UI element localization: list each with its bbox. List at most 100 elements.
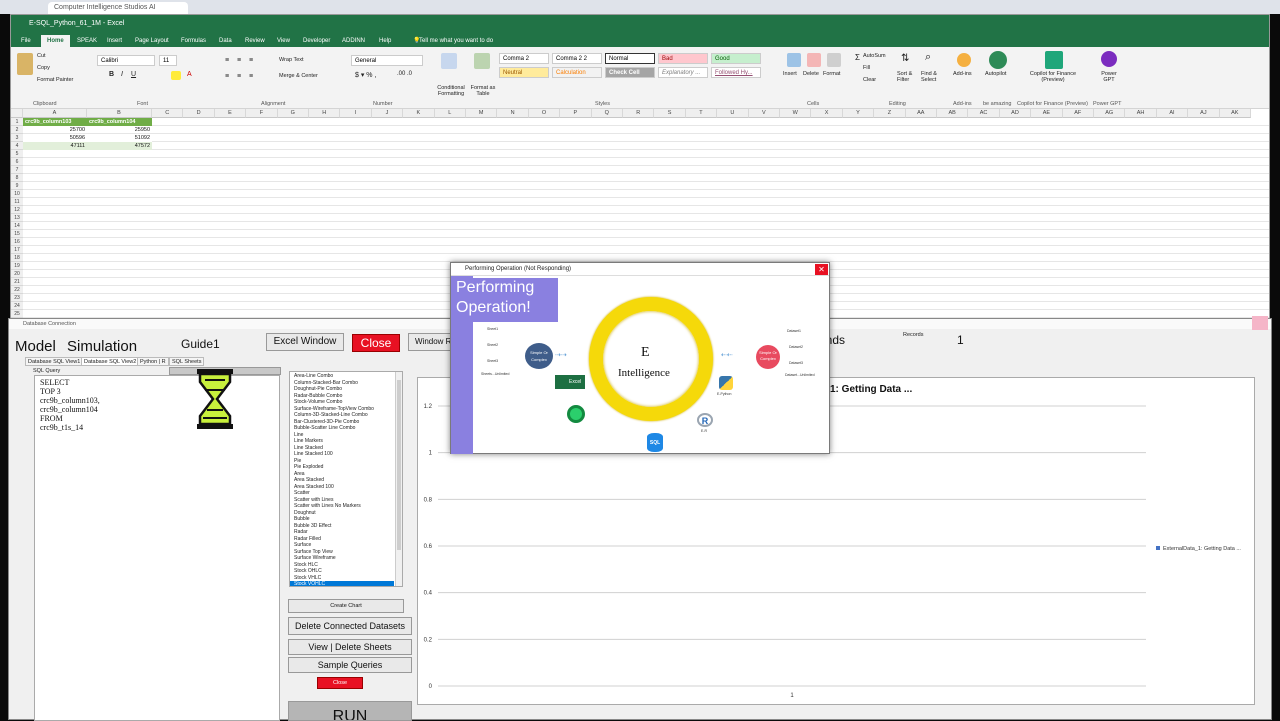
chart-type-item[interactable]: Radar Filled: [294, 536, 321, 542]
chart-type-item[interactable]: Surface: [294, 542, 311, 548]
column-header[interactable]: S: [654, 109, 686, 118]
format-as-table-button[interactable]: Format as Table: [469, 85, 497, 97]
row-header[interactable]: 9: [11, 182, 23, 190]
column-header[interactable]: G: [277, 109, 309, 118]
row-header[interactable]: 13: [11, 214, 23, 222]
chart-type-item[interactable]: Bubble-Scatter Line Combo: [294, 425, 355, 431]
table-cell[interactable]: 25700: [23, 126, 87, 134]
column-header[interactable]: L: [434, 109, 466, 118]
style-good[interactable]: Good: [711, 53, 761, 64]
row-header[interactable]: 18: [11, 254, 23, 262]
number-format-select[interactable]: General: [351, 55, 423, 66]
row-header[interactable]: 21: [11, 278, 23, 286]
chart-type-item[interactable]: Stock OHLC: [294, 568, 322, 574]
font-color-icon[interactable]: A: [187, 71, 192, 78]
sql-query-editor[interactable]: SELECT TOP 3 crc9b_column103, crc9b_colu…: [34, 369, 280, 721]
delete-connected-datasets-button[interactable]: Delete Connected Datasets: [288, 617, 412, 635]
chart-type-item[interactable]: Radar-Bubble Combo: [294, 393, 342, 399]
column-header[interactable]: R: [623, 109, 655, 118]
table-cell[interactable]: 25950: [87, 126, 152, 134]
row-header[interactable]: 17: [11, 246, 23, 254]
align-middle-icon[interactable]: ≡: [237, 57, 241, 64]
chart-type-item[interactable]: Scatter: [294, 490, 310, 496]
chart-type-item[interactable]: Bar-Clustered-3D-Pie Combo: [294, 419, 359, 425]
close-small-button[interactable]: Close: [317, 677, 363, 689]
table-cell[interactable]: 47572: [87, 142, 152, 150]
column-header[interactable]: J: [371, 109, 404, 118]
style-bad[interactable]: Bad: [658, 53, 708, 64]
column-header[interactable]: P: [560, 109, 592, 118]
merge-center-button[interactable]: Merge & Center: [279, 73, 318, 79]
chart-type-item[interactable]: Stock-Volume Combo: [294, 399, 342, 405]
row-header[interactable]: 14: [11, 222, 23, 230]
row-header[interactable]: 8: [11, 174, 23, 182]
chart-type-item[interactable]: Line Markers: [294, 438, 323, 444]
column-header[interactable]: A: [23, 109, 87, 118]
table-cell[interactable]: 47111: [23, 142, 87, 150]
column-header[interactable]: AK: [1219, 109, 1251, 118]
bold-icon[interactable]: B: [109, 71, 114, 78]
style-neutral[interactable]: Neutral: [499, 67, 549, 78]
chart-type-item[interactable]: Stock HLC: [294, 562, 318, 568]
select-all-corner[interactable]: [11, 109, 23, 118]
align-left-icon[interactable]: ≡: [225, 73, 229, 80]
chart-type-item[interactable]: Stock VHLC: [294, 575, 321, 581]
chart-type-item[interactable]: Pie Exploded: [294, 464, 323, 470]
column-header[interactable]: Q: [591, 109, 623, 118]
column-header[interactable]: H: [309, 109, 341, 118]
column-header[interactable]: AB: [937, 109, 969, 118]
row-header[interactable]: 16: [11, 238, 23, 246]
column-header[interactable]: M: [466, 109, 498, 118]
power-gpt-button[interactable]: Power GPT: [1097, 71, 1121, 83]
autopilot-button[interactable]: Autopilot: [985, 71, 1006, 77]
run-button[interactable]: RUN: [288, 701, 412, 721]
column-header[interactable]: AH: [1125, 109, 1157, 118]
row-header[interactable]: 10: [11, 190, 23, 198]
tab-speak[interactable]: SPEAK: [71, 35, 103, 47]
add-ins-icon[interactable]: [957, 53, 971, 67]
tab-home[interactable]: Home: [41, 35, 70, 47]
conditional-formatting-icon[interactable]: [441, 53, 457, 69]
tab-formulas[interactable]: Formulas: [175, 35, 212, 47]
copilot-finance-button[interactable]: Copilot for Finance (Preview): [1023, 71, 1083, 83]
column-header[interactable]: AF: [1062, 109, 1094, 118]
format-table-icon[interactable]: [474, 53, 490, 69]
tab-python-r[interactable]: Python | R: [137, 357, 169, 366]
column-header[interactable]: Y: [842, 109, 875, 118]
row-header[interactable]: 23: [11, 294, 23, 302]
style-explanatory[interactable]: Explanatory ...: [658, 67, 708, 78]
column-header[interactable]: T: [685, 109, 718, 118]
chart-type-item[interactable]: Bubble 3D Effect: [294, 523, 331, 529]
power-gpt-icon[interactable]: [1101, 51, 1117, 67]
chart-type-item[interactable]: Stock VOHLC: [290, 581, 394, 586]
chart-type-item[interactable]: Pie: [294, 458, 301, 464]
chart-type-item[interactable]: Scatter with Lines No Markers: [294, 503, 361, 509]
row-header[interactable]: 24: [11, 302, 23, 310]
column-header[interactable]: AJ: [1188, 109, 1220, 118]
align-center-icon[interactable]: ≡: [237, 73, 241, 80]
wrap-text-button[interactable]: Wrap Text: [279, 57, 304, 63]
row-header[interactable]: 6: [11, 158, 23, 166]
decimal-icon[interactable]: .00 .0: [397, 71, 412, 77]
list-scrollbar[interactable]: [395, 372, 402, 586]
style-check-cell[interactable]: Check Cell: [605, 67, 655, 78]
column-header[interactable]: W: [780, 109, 812, 118]
tab-view[interactable]: View: [271, 35, 296, 47]
column-header[interactable]: AI: [1156, 109, 1189, 118]
row-header[interactable]: 15: [11, 230, 23, 238]
tab-sql-view2[interactable]: Database SQL View2: [81, 357, 140, 366]
format-cells-button[interactable]: Format: [823, 71, 840, 77]
chart-type-item[interactable]: Surface Wireframe: [294, 555, 336, 561]
tell-me-search[interactable]: Tell me what you want to do: [413, 35, 499, 47]
guide-label[interactable]: Guide1: [181, 337, 220, 351]
column-header[interactable]: U: [717, 109, 749, 118]
chart-type-item[interactable]: Scatter with Lines: [294, 497, 333, 503]
style-comma-2[interactable]: Comma 2: [499, 53, 549, 64]
underline-icon[interactable]: U: [131, 71, 136, 78]
currency-icon[interactable]: $ ▾ % ,: [355, 71, 376, 79]
style-followed-hyperlink[interactable]: Followed Hy...: [711, 67, 761, 78]
tab-file[interactable]: File: [15, 35, 37, 47]
autosum-button[interactable]: AutoSum: [863, 53, 886, 59]
tab-addinn[interactable]: ADDINN: [336, 35, 371, 47]
sort-filter-button[interactable]: Sort & Filter: [897, 71, 919, 83]
